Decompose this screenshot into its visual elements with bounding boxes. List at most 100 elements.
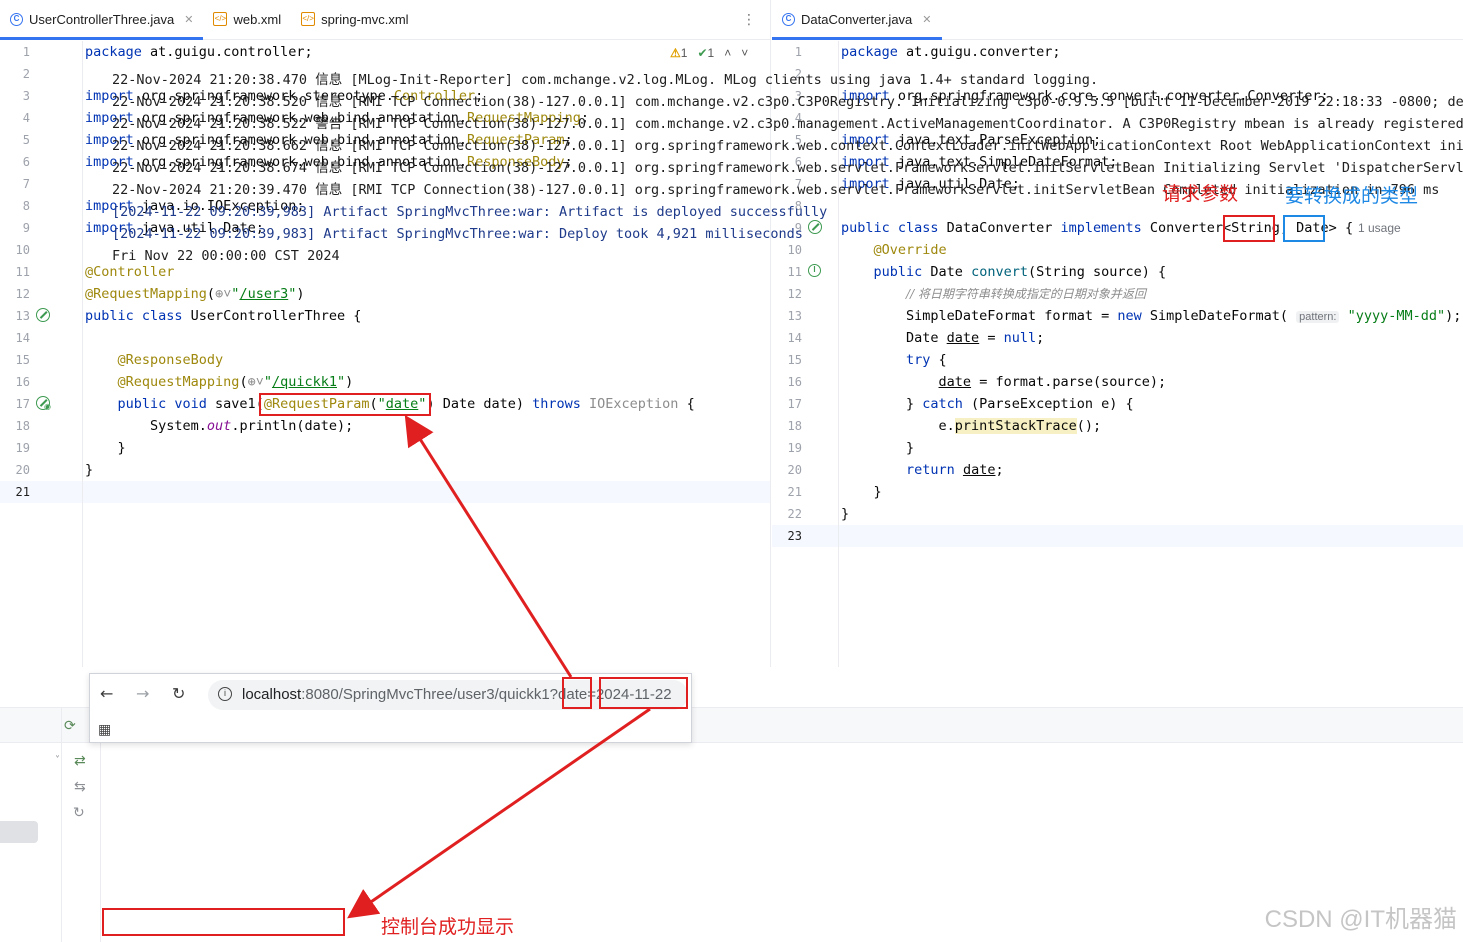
code-line: @Override: [873, 242, 947, 258]
highlight-string-type: [1223, 215, 1275, 242]
console-line: 22-Nov-2024 21:20:38.674 信息 [RMI TCP Con…: [112, 160, 1463, 176]
undeploy-icon[interactable]: ⇆: [74, 779, 86, 795]
line-number: 18: [15, 419, 30, 433]
code-line: }: [841, 440, 915, 456]
console-line: 22-Nov-2024 21:20:38.662 信息 [RMI TCP Con…: [112, 138, 1463, 154]
inspection-widget[interactable]: ⚠1 ✔1 ˄ ˅: [670, 46, 748, 60]
highlight-requestparam: [259, 393, 431, 416]
code-line: // 将日期字符串转换成指定的日期对象并返回: [906, 287, 1146, 301]
code-line: }: [841, 506, 850, 522]
line-number: 15: [787, 353, 802, 367]
class-icon: C: [782, 12, 795, 26]
line-number: 10: [15, 243, 30, 257]
tab-usercontrollerthree[interactable]: C UserControllerThree.java ✕: [0, 0, 204, 40]
line-number: 22: [787, 507, 802, 521]
line-number: 19: [787, 441, 802, 455]
refresh-icon[interactable]: ↻: [73, 805, 85, 821]
line-number: 1: [794, 45, 802, 59]
tab-spring-mvc-xml[interactable]: </> spring-mvc.xml: [291, 0, 418, 39]
console-line: 22-Nov-2024 21:20:38.470 信息 [MLog-Init-R…: [112, 72, 1099, 88]
code-line: SimpleDateFormat format = new SimpleDate…: [841, 308, 1462, 324]
chevron-down-icon[interactable]: ˅: [55, 755, 60, 766]
site-info-icon[interactable]: i: [218, 687, 232, 701]
implements-method-icon[interactable]: I: [808, 264, 821, 277]
code-line: @RequestMapping(⊕˅"/user3"): [85, 286, 305, 302]
code-line: Date date = null;: [841, 330, 1045, 346]
close-icon[interactable]: ✕: [184, 13, 193, 26]
back-icon[interactable]: ←: [100, 684, 113, 703]
tab-label: UserControllerThree.java: [29, 11, 175, 27]
code-line: public class UserControllerThree {: [85, 308, 362, 324]
line-number: 13: [787, 309, 802, 323]
line-number: 14: [15, 331, 30, 345]
chevron-up-icon[interactable]: ˄: [724, 46, 731, 60]
annotation-target-type: 要转换成的类型: [1285, 185, 1419, 207]
selected-service-item[interactable]: [0, 821, 38, 843]
right-tabbar: C DataConverter.java ✕: [772, 0, 1463, 40]
line-number: 23: [787, 529, 802, 543]
code-line: } catch (ParseException e) {: [841, 396, 1134, 412]
more-tabs-icon[interactable]: ⋮: [742, 12, 756, 28]
code-line: @RequestMapping(⊕˅"/quickk1"): [117, 374, 354, 390]
xml-icon: </>: [213, 12, 228, 26]
console-line: 22-Nov-2024 21:20:39.470 信息 [RMI TCP Con…: [112, 182, 1440, 198]
line-number: 20: [787, 463, 802, 477]
usage-hint[interactable]: 1 usage: [1358, 221, 1401, 235]
line-number: 4: [22, 111, 30, 125]
tab-label: DataConverter.java: [801, 11, 913, 27]
divider: [100, 743, 101, 942]
highlight-url-param-name: [562, 677, 592, 709]
code-line: date = format.parse(source);: [938, 374, 1167, 390]
line-number: 14: [787, 331, 802, 345]
code-line: }: [85, 462, 94, 478]
console-line: 22-Nov-2024 21:20:38.522 警告 [RMI TCP Con…: [112, 116, 1463, 132]
code-line: public class DataConverter implements Co…: [841, 220, 1354, 236]
tab-web-xml[interactable]: </> web.xml: [203, 0, 291, 39]
annotation-console-ok: 控制台成功显示: [381, 916, 515, 938]
deploy-icon[interactable]: ⇄: [74, 753, 86, 769]
line-number: 12: [15, 287, 30, 301]
divider: [61, 707, 62, 942]
line-number: 8: [22, 199, 30, 213]
tab-label: spring-mvc.xml: [321, 11, 409, 27]
line-number: 16: [787, 375, 802, 389]
chevron-down-icon[interactable]: ˅: [741, 46, 748, 60]
close-icon[interactable]: ✕: [922, 13, 931, 26]
code-line: }: [85, 440, 126, 456]
highlight-url-param-value: [599, 677, 688, 709]
line-number: 2: [22, 67, 30, 81]
code-line: package at.guigu.controller;: [85, 44, 313, 60]
globe-icon: ◉: [44, 402, 51, 411]
line-number: 15: [15, 353, 30, 367]
tab-label: web.xml: [233, 11, 282, 27]
line-number: 21: [15, 485, 30, 499]
param-hint: pattern:: [1296, 311, 1340, 323]
console-result-line: Fri Nov 22 00:00:00 CST 2024: [112, 248, 340, 264]
watermark: CSDN @IT机器猫: [1264, 906, 1457, 933]
code-line: e.printStackTrace();: [841, 418, 1102, 434]
rerun-icon[interactable]: ⟳: [64, 718, 76, 734]
current-line-highlight: [0, 481, 770, 503]
code-line: }: [841, 484, 882, 500]
no-usages-icon[interactable]: [36, 308, 50, 322]
line-number: 19: [15, 441, 30, 455]
code-line: System.out.println(date);: [85, 418, 354, 434]
tab-dataconverter[interactable]: C DataConverter.java ✕: [772, 0, 942, 40]
check-count[interactable]: ✔1: [697, 46, 714, 60]
left-tabbar: C UserControllerThree.java ✕ </> web.xml…: [0, 0, 770, 40]
console-line: 22-Nov-2024 21:20:38.520 信息 [RMI TCP Con…: [112, 94, 1463, 110]
xml-icon: </>: [301, 12, 316, 26]
line-number: 18: [787, 419, 802, 433]
line-number: 11: [15, 265, 30, 279]
annotation-request-param: 请求参数: [1162, 183, 1239, 205]
reload-icon[interactable]: ↻: [172, 684, 185, 703]
console-line: [2024-11-22 09:20:39,983] Artifact Sprin…: [112, 226, 803, 242]
class-icon: C: [10, 12, 23, 26]
warning-count[interactable]: ⚠1: [670, 46, 687, 60]
line-number: 16: [15, 375, 30, 389]
line-number: 11: [787, 265, 802, 279]
forward-icon[interactable]: →: [136, 684, 149, 703]
apps-grid-icon[interactable]: ▦: [98, 722, 111, 738]
line-number: 5: [22, 133, 30, 147]
highlight-date-type: [1283, 215, 1325, 242]
